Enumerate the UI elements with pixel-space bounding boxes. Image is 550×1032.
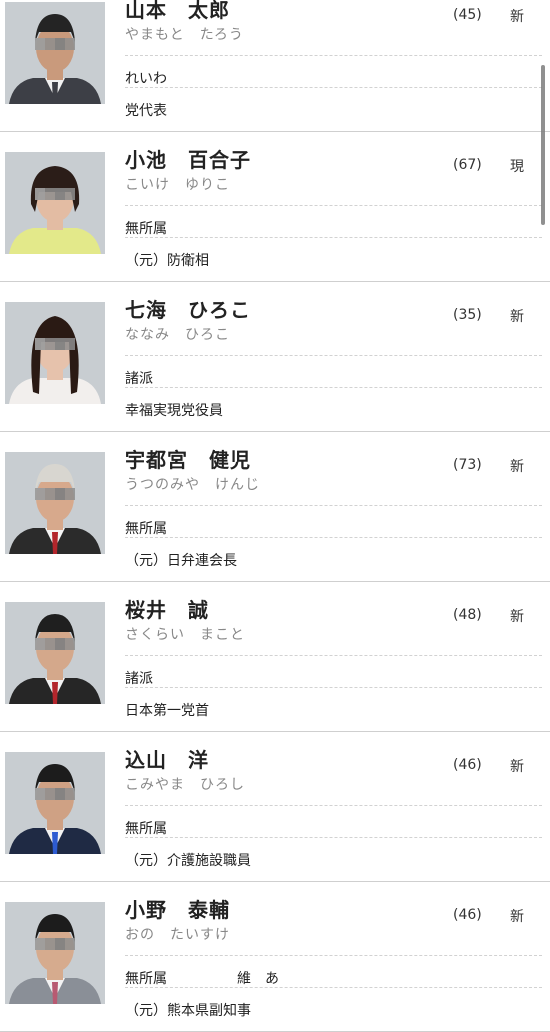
divider (125, 55, 542, 56)
candidate-kana: おの たいすけ (125, 927, 230, 943)
candidate-age: (35) (453, 307, 482, 323)
divider (125, 687, 542, 688)
candidate-photo (5, 902, 105, 1004)
candidate-title: （元）日弁連会長 (125, 553, 237, 569)
candidate-name: 宇都宮 健児 (125, 448, 251, 472)
divider (125, 355, 542, 356)
divider (125, 205, 542, 206)
candidate-title: （元）防衛相 (125, 253, 209, 269)
divider (125, 805, 542, 806)
candidate-title: （元）熊本県副知事 (125, 1003, 251, 1019)
candidate-status: 新 (510, 459, 524, 475)
candidate-kana: やまもと たろう (125, 27, 244, 43)
candidate-age: (48) (453, 607, 482, 623)
candidate-title: 幸福実現党役員 (125, 403, 223, 419)
candidate-name: 桜井 誠 (125, 598, 209, 622)
candidate-party: れいわ (125, 71, 167, 87)
candidate-kana: こいけ ゆりこ (125, 177, 230, 193)
candidate-list: 山本 太郎 やまもと たろう (45) 新 れいわ 党代表 小池 百合子 こいけ… (0, 0, 550, 1032)
candidate-name: 込山 洋 (125, 748, 209, 772)
divider (125, 387, 542, 388)
candidate-row[interactable]: 込山 洋 こみやま ひろし (46) 新 無所属 （元）介護施設職員 (0, 732, 550, 882)
candidate-status: 新 (510, 759, 524, 775)
candidate-party: 諸派 (125, 371, 153, 387)
candidate-photo (5, 2, 105, 104)
candidate-party: 無所属 維 あ (125, 971, 279, 987)
candidate-photo (5, 302, 105, 404)
candidate-row[interactable]: 七海 ひろこ ななみ ひろこ (35) 新 諸派 幸福実現党役員 (0, 282, 550, 432)
candidate-party: 無所属 (125, 821, 167, 837)
candidate-party: 無所属 (125, 521, 167, 537)
divider (125, 955, 542, 956)
candidate-kana: さくらい まこと (125, 627, 245, 643)
candidate-kana: ななみ ひろこ (125, 327, 230, 343)
candidate-status: 新 (510, 609, 524, 625)
candidate-photo (5, 152, 105, 254)
candidate-row[interactable]: 桜井 誠 さくらい まこと (48) 新 諸派 日本第一党首 (0, 582, 550, 732)
scrollbar[interactable] (541, 65, 545, 225)
candidate-age: (67) (453, 157, 482, 173)
candidate-age: (46) (453, 907, 482, 923)
candidate-status: 現 (510, 159, 524, 175)
candidate-title: （元）介護施設職員 (125, 853, 251, 869)
divider (125, 655, 542, 656)
candidate-age: (73) (453, 457, 482, 473)
candidate-row[interactable]: 小池 百合子 こいけ ゆりこ (67) 現 無所属 （元）防衛相 (0, 132, 550, 282)
candidate-age: (46) (453, 757, 482, 773)
divider (125, 987, 542, 988)
candidate-party: 諸派 (125, 671, 153, 687)
candidate-name: 七海 ひろこ (125, 298, 251, 322)
candidate-photo (5, 452, 105, 554)
candidate-party: 無所属 (125, 221, 167, 237)
divider (125, 837, 542, 838)
divider (125, 237, 542, 238)
divider (125, 505, 542, 506)
divider (125, 87, 542, 88)
candidate-row[interactable]: 宇都宮 健児 うつのみや けんじ (73) 新 無所属 （元）日弁連会長 (0, 432, 550, 582)
candidate-row[interactable]: 山本 太郎 やまもと たろう (45) 新 れいわ 党代表 (0, 0, 550, 132)
candidate-title: 日本第一党首 (125, 703, 209, 719)
candidate-row[interactable]: 小野 泰輔 おの たいすけ (46) 新 無所属 維 あ （元）熊本県副知事 (0, 882, 550, 1032)
divider (125, 537, 542, 538)
candidate-status: 新 (510, 909, 524, 925)
candidate-title: 党代表 (125, 103, 167, 119)
candidate-status: 新 (510, 9, 524, 25)
candidate-name: 小野 泰輔 (125, 898, 230, 922)
candidate-kana: こみやま ひろし (125, 777, 245, 793)
candidate-photo (5, 752, 105, 854)
candidate-status: 新 (510, 309, 524, 325)
candidate-name: 小池 百合子 (125, 148, 251, 172)
candidate-photo (5, 602, 105, 704)
candidate-kana: うつのみや けんじ (125, 477, 260, 493)
candidate-name: 山本 太郎 (125, 0, 230, 22)
candidate-age: (45) (453, 7, 482, 23)
